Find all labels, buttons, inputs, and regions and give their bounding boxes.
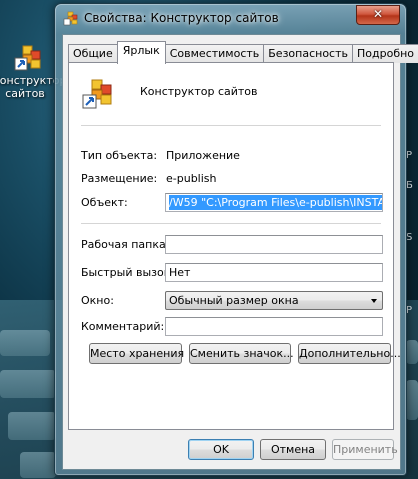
change-icon-button[interactable]: Сменить значок...	[189, 343, 294, 364]
run-select[interactable]: Обычный размер окна	[165, 291, 383, 310]
target-location-value: e-publish	[166, 172, 217, 185]
ok-button[interactable]: OK	[188, 439, 254, 460]
shortcut-name: Конструктор сайтов	[140, 85, 258, 98]
start-in-label: Рабочая папка:	[81, 238, 170, 251]
divider	[81, 125, 381, 126]
divider	[81, 223, 381, 224]
title-bar[interactable]: Свойства: Конструктор сайтов ✕	[55, 4, 406, 32]
open-file-location-button[interactable]: Место хранения	[89, 343, 184, 364]
advanced-button[interactable]: Дополнительно...	[298, 343, 401, 364]
tab-details[interactable]: Подробно	[352, 44, 418, 63]
app-icon	[13, 44, 45, 72]
target-label: Объект:	[81, 196, 128, 209]
tab-security[interactable]: Безопасность	[263, 44, 353, 63]
wallpaper-key	[20, 452, 56, 478]
shortcut-app-icon	[81, 77, 115, 111]
target-location-label: Размещение:	[81, 172, 158, 185]
target-field[interactable]: /W59 "C:\Program Files\e-publish\INSTALL…	[165, 193, 383, 212]
comment-label: Комментарий:	[81, 320, 165, 333]
comment-field[interactable]	[165, 317, 383, 336]
desktop-icon-label-2: сайтов	[5, 87, 45, 100]
window-app-icon	[63, 11, 79, 27]
tab-strip: Общие Ярлык Совместимость Безопасность П…	[68, 41, 418, 64]
desktop-fragment: P	[406, 305, 413, 316]
chevron-down-icon	[371, 299, 377, 303]
shortcut-key-field[interactable]: Нет	[165, 263, 383, 282]
run-select-value: Обычный размер окна	[169, 294, 299, 307]
tab-general[interactable]: Общие	[68, 44, 118, 63]
properties-window: Свойства: Конструктор сайтов ✕ Общие Ярл…	[54, 3, 418, 476]
tab-compatibility[interactable]: Совместимость	[164, 44, 265, 63]
tab-shortcut[interactable]: Ярлык	[116, 41, 166, 64]
desktop-fragment: Р	[406, 150, 413, 161]
shortcut-tab-panel: Конструктор сайтов Тип объекта: Приложен…	[68, 62, 401, 430]
cancel-button[interactable]: Отмена	[260, 439, 326, 460]
wallpaper-key	[406, 340, 418, 364]
apply-button[interactable]: Применить	[332, 439, 398, 460]
dialog-body: Общие Ярлык Совместимость Безопасность П…	[62, 34, 418, 470]
target-type-value: Приложение	[166, 149, 240, 162]
wallpaper-key	[8, 412, 56, 440]
shortcut-key-label: Быстрый вызов:	[81, 266, 174, 279]
wallpaper-key	[406, 380, 418, 420]
desktop-shortcut-icon[interactable]: Конструктор сайтов	[0, 44, 67, 100]
wallpaper-key	[0, 370, 56, 398]
run-label: Окно:	[81, 294, 114, 307]
desktop-fragment: S	[406, 232, 413, 243]
target-field-text: /W59 "C:\Program Files\e-publish\INSTALL…	[169, 195, 382, 210]
close-button[interactable]: ✕	[356, 5, 400, 25]
wallpaper-key	[0, 330, 50, 356]
target-type-label: Тип объекта:	[81, 149, 158, 162]
window-title: Свойства: Конструктор сайтов	[84, 11, 279, 25]
start-in-field[interactable]	[165, 235, 383, 254]
desktop-fragment: Б	[406, 180, 413, 191]
desktop-icon-label-1: Конструктор	[0, 74, 67, 87]
close-icon: ✕	[372, 7, 384, 21]
